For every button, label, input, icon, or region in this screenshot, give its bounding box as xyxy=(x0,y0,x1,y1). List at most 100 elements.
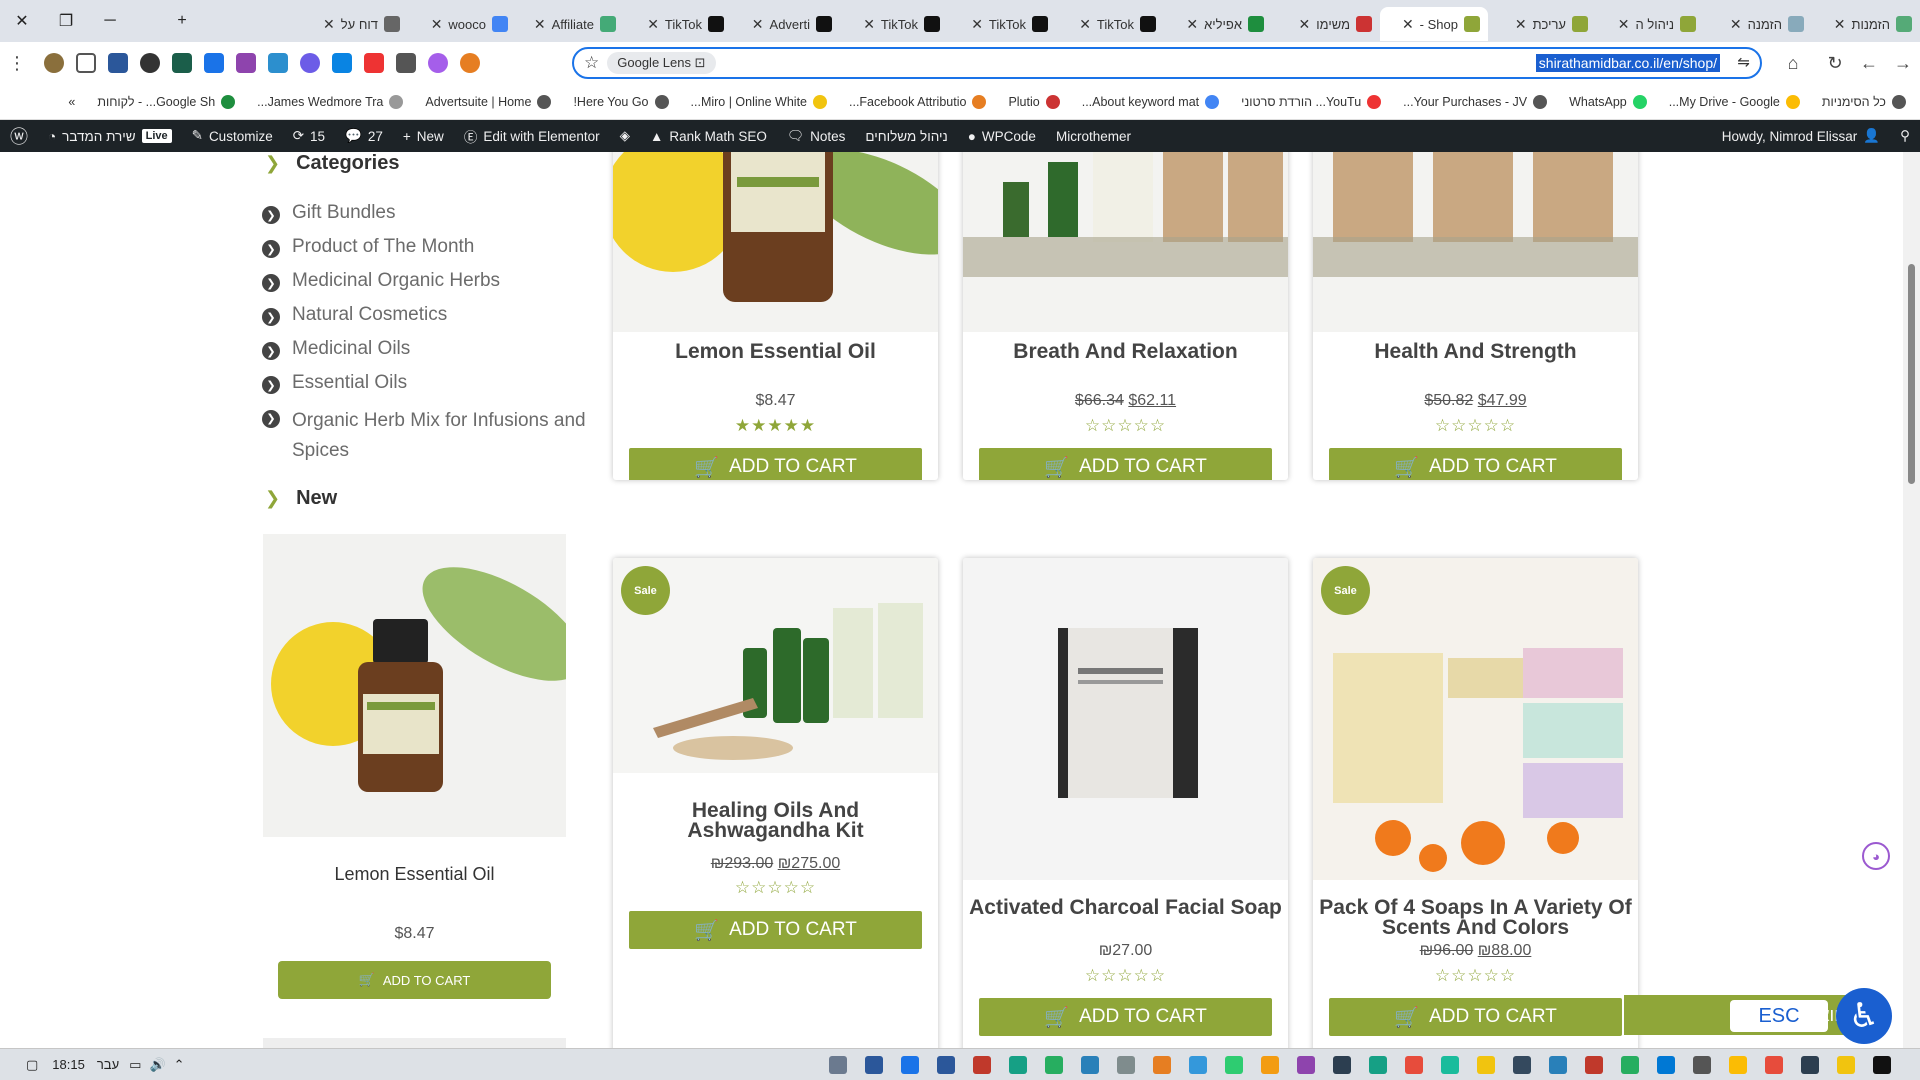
bookmark-10[interactable]: Advertsuite | Home xyxy=(425,94,552,109)
product-card[interactable]: Lemon Essential Oil $8.47 ★★★★★ 🛒 ADD TO CAR… xyxy=(613,152,938,480)
tab-3[interactable]: עריכת ✕ xyxy=(1488,7,1596,41)
taskbar-app-icon[interactable] xyxy=(1729,1055,1747,1074)
product-card[interactable]: Breath And Relaxation $66.34 $62.11 ☆☆☆☆☆ 🛒… xyxy=(963,152,1288,480)
shipping-link[interactable]: ניהול משלוחים xyxy=(855,129,957,144)
tab-9[interactable]: TikTok ✕ xyxy=(840,7,948,41)
extension-b-icon[interactable] xyxy=(172,53,192,73)
taskbar-app-icon[interactable] xyxy=(1081,1055,1099,1074)
taskbar-app-icon[interactable] xyxy=(1657,1055,1675,1074)
add-to-cart-button[interactable]: 🛒 ADD TO CART xyxy=(629,911,922,949)
minimize-window-icon[interactable]: ─ xyxy=(88,0,132,42)
taskbar-app-icon[interactable] xyxy=(1585,1055,1603,1074)
categories-heading[interactable]: ❯ Categories xyxy=(265,152,399,175)
product-title[interactable]: Healing Oils And Ashwagandha Kit xyxy=(613,800,938,841)
updates-link[interactable]: ⟳ 15 xyxy=(283,128,335,144)
tab-0[interactable]: הזמנות ✕ xyxy=(1812,7,1920,41)
home-icon[interactable]: ⌂ xyxy=(1776,46,1810,80)
menu-kebab-icon[interactable]: ⋮ xyxy=(0,46,34,80)
bookmark-7[interactable]: Facebook Attributio... xyxy=(849,94,987,109)
notes-link[interactable]: 🗨 Notes xyxy=(777,128,855,144)
tab-close-icon[interactable]: ✕ xyxy=(863,16,875,33)
product-title[interactable]: Activated Charcoal Facial Soap xyxy=(963,897,1288,918)
bookmark-0[interactable]: כל הסימניות xyxy=(1822,94,1906,109)
tab-close-icon[interactable]: ✕ xyxy=(1299,16,1311,33)
product-title[interactable]: Lemon Essential Oil xyxy=(613,341,938,362)
taskbar-app-icon[interactable] xyxy=(1765,1055,1783,1074)
tab-close-icon[interactable]: ✕ xyxy=(1186,16,1198,33)
category-link[interactable]: ❯ Product of The Month xyxy=(262,236,474,258)
url-text[interactable]: shirathamidbar.co.il/en/shop/ xyxy=(1535,54,1720,72)
tab-close-icon[interactable]: ✕ xyxy=(1834,16,1846,33)
extension-pen-icon[interactable] xyxy=(396,53,416,73)
taskbar-app-icon[interactable] xyxy=(1513,1055,1531,1074)
extension-tag-icon[interactable] xyxy=(204,53,224,73)
taskbar-app-icon[interactable] xyxy=(1009,1055,1027,1074)
restore-window-icon[interactable]: ❐ xyxy=(44,0,88,42)
tab-close-icon[interactable]: ✕ xyxy=(1730,16,1742,33)
extensions-icon[interactable] xyxy=(76,53,96,73)
category-link[interactable]: ❯ Natural Cosmetics xyxy=(262,304,447,326)
tab-close-icon[interactable]: ✕ xyxy=(1079,16,1091,33)
tab-close-icon[interactable]: ✕ xyxy=(971,16,983,33)
taskbar-app-icon[interactable] xyxy=(1873,1055,1891,1074)
taskbar-app-icon[interactable] xyxy=(1693,1055,1711,1074)
site-settings-icon[interactable]: ⇋ xyxy=(1737,53,1750,71)
product-title[interactable]: Health And Strength xyxy=(1313,341,1638,362)
page-scrollbar[interactable] xyxy=(1903,152,1920,1048)
bookmark-6[interactable]: Plutio xyxy=(1008,94,1060,109)
bookmark-11[interactable]: James Wedmore Tra... xyxy=(257,94,404,109)
tab-11[interactable]: TikTok ✕ xyxy=(624,7,732,41)
close-window-icon[interactable]: ✕ xyxy=(0,0,44,42)
tab-close-icon[interactable]: ✕ xyxy=(323,16,335,33)
bookmark-3[interactable]: Your Purchases - JV... xyxy=(1403,94,1548,109)
tab-close-icon[interactable]: ✕ xyxy=(752,16,764,33)
reload-icon[interactable]: ↻ xyxy=(1818,46,1852,80)
rank-math-link[interactable]: ▲ Rank Math SEO xyxy=(640,129,777,144)
tray-expand-icon[interactable]: ⌃ xyxy=(174,1057,185,1073)
extension-people-icon[interactable] xyxy=(332,53,352,73)
language-indicator[interactable]: עבר xyxy=(97,1057,119,1072)
product-card[interactable]: Sale Pack Of 4 Soaps In A Variety Of Scen… xyxy=(1313,558,1638,1048)
add-to-cart-button[interactable]: 🛒 ADD TO CART xyxy=(979,448,1272,480)
sidebar-featured-product[interactable] xyxy=(263,534,566,837)
taskbar-app-icon[interactable] xyxy=(1189,1055,1207,1074)
extension-sun-icon[interactable] xyxy=(460,53,480,73)
extension-grid-icon[interactable] xyxy=(268,53,288,73)
taskbar-app-icon[interactable] xyxy=(1333,1055,1351,1074)
product-card[interactable]: Sale Healing Oils And Ashwagandha Kit ₪293… xyxy=(613,558,938,1048)
tab-1[interactable]: הזמנה ✕ xyxy=(1704,7,1812,41)
new-content-link[interactable]: + New xyxy=(393,129,454,144)
product-card[interactable]: Health And Strength $50.82 $47.99 ☆☆☆☆☆ 🛒 AD… xyxy=(1313,152,1638,480)
elementor-link[interactable]: Ⓔ Edit with Elementor xyxy=(454,126,610,146)
taskbar-app-icon[interactable] xyxy=(1297,1055,1315,1074)
product-image[interactable] xyxy=(963,558,1288,880)
tab-close-icon[interactable]: ✕ xyxy=(647,16,659,33)
add-to-cart-button[interactable]: 🛒 ADD TO CART xyxy=(629,448,922,480)
tab-close-icon[interactable]: ✕ xyxy=(431,16,443,33)
add-to-cart-button[interactable]: 🛒 ADD TO CART xyxy=(979,998,1272,1036)
category-link[interactable]: ❯ Medicinal Organic Herbs xyxy=(262,270,500,292)
account-menu[interactable]: Howdy, Nimrod Elissar 👤 xyxy=(1712,128,1890,144)
tab-6[interactable]: אפיליא ✕ xyxy=(1164,7,1272,41)
clock[interactable]: 18:15 xyxy=(52,1057,85,1072)
extension-gear-icon[interactable] xyxy=(428,53,448,73)
profile-avatar[interactable] xyxy=(44,53,64,73)
bookmark-4[interactable]: YouTu... הורדת סרטוני xyxy=(1241,94,1382,109)
tab-4[interactable]: Shop - ✕ xyxy=(1380,7,1488,41)
taskbar-app-icon[interactable] xyxy=(1405,1055,1423,1074)
tab-12[interactable]: Affiliate ✕ xyxy=(516,7,624,41)
taskbar-app-icon[interactable] xyxy=(901,1055,919,1074)
taskbar-app-icon[interactable] xyxy=(1225,1055,1243,1074)
add-to-cart-button[interactable]: 🛒 ADD TO CART xyxy=(1329,998,1622,1036)
customize-link[interactable]: ✎ Customize xyxy=(182,128,283,144)
taskbar-app-icon[interactable] xyxy=(937,1055,955,1074)
volume-icon[interactable]: 🔊 xyxy=(149,1057,165,1073)
taskbar-app-icon[interactable] xyxy=(1369,1055,1387,1074)
diamond-icon[interactable]: ◈ xyxy=(610,128,640,144)
tab-10[interactable]: Adverti ✕ xyxy=(732,7,840,41)
new-heading[interactable]: ❯ New xyxy=(265,487,337,510)
comments-link[interactable]: 💬 27 xyxy=(335,128,393,144)
bookmark-star-icon[interactable]: ☆ xyxy=(584,53,599,73)
bookmark-12[interactable]: Google Sh... - לקוחות xyxy=(97,94,236,109)
scroll-thumb[interactable] xyxy=(1908,264,1915,484)
